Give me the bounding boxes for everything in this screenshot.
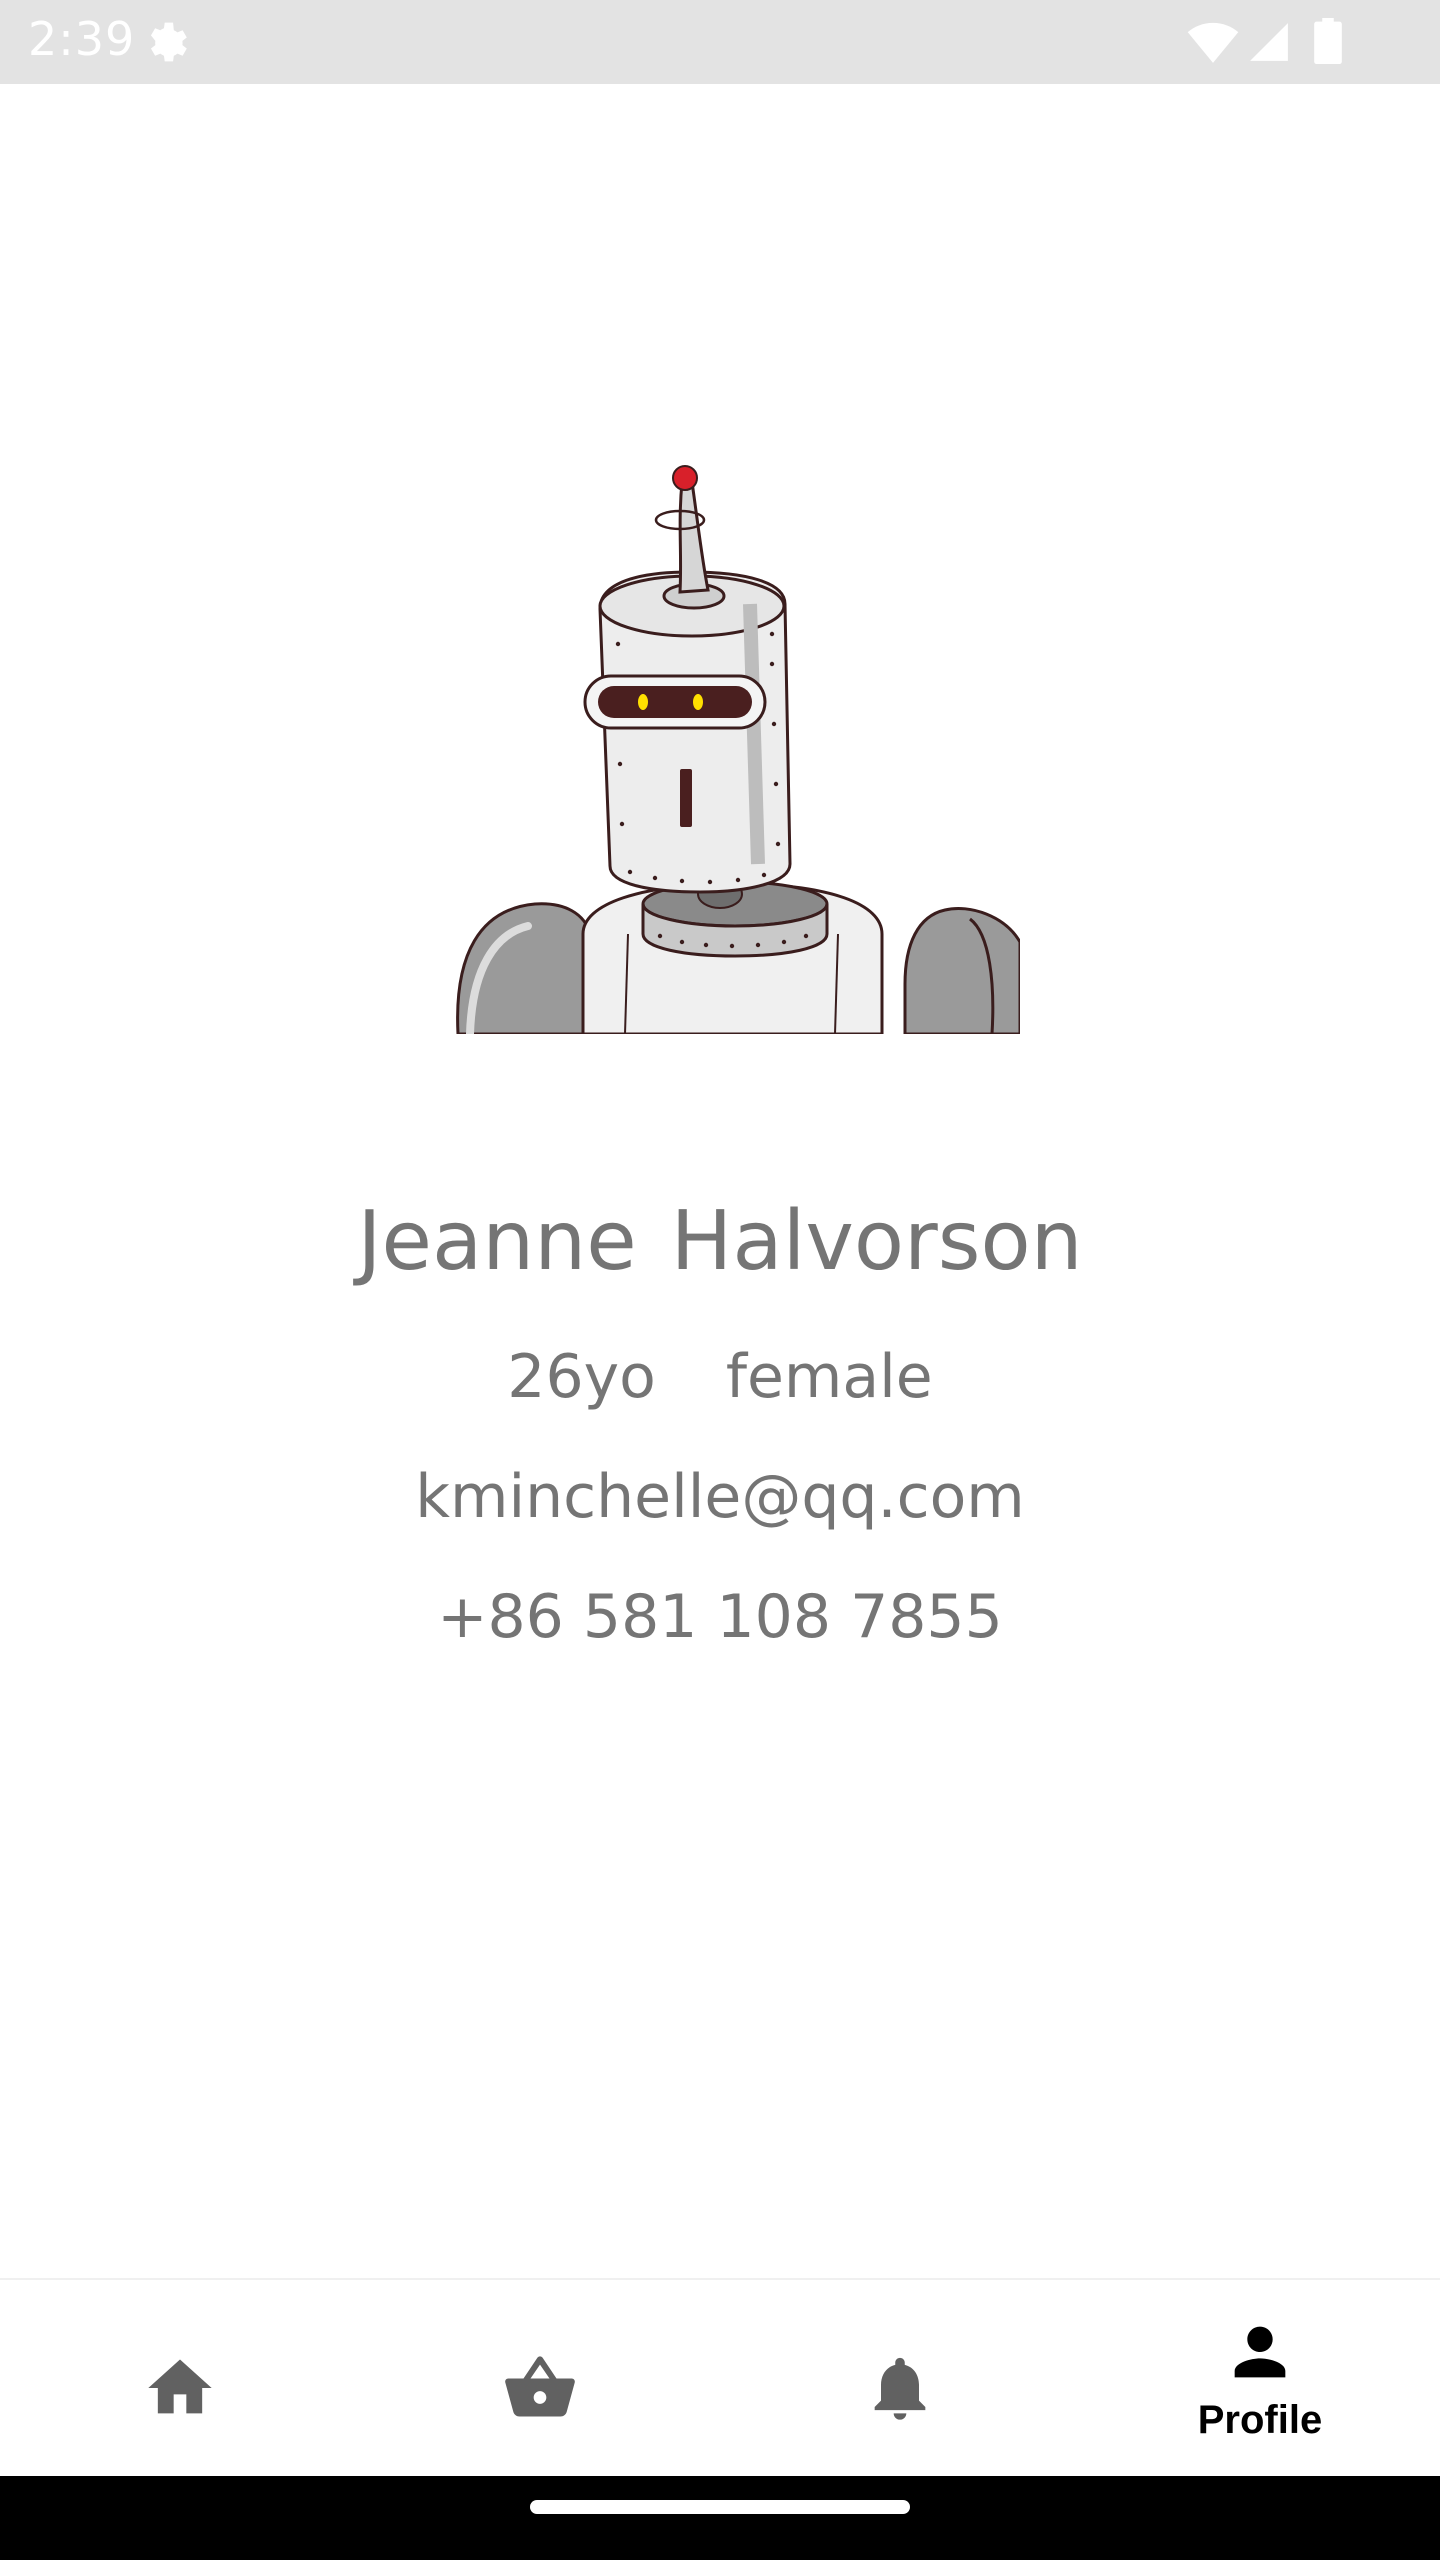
gear-icon — [150, 22, 187, 62]
status-bar: 2:39 — [0, 0, 1440, 84]
nav-profile[interactable]: Profile — [1080, 2280, 1440, 2476]
nav-notifications[interactable] — [720, 2280, 1080, 2476]
profile-screen: Jeanne Halvorson 26yo female kminchelle@qq… — [0, 84, 1440, 2278]
home-indicator[interactable] — [530, 2500, 910, 2514]
last-name: Halvorson — [670, 1194, 1083, 1289]
nav-home[interactable] — [0, 2280, 360, 2476]
age: 26yo — [507, 1342, 656, 1412]
home-icon — [148, 2359, 212, 2414]
gender: female — [725, 1342, 933, 1412]
bell-icon — [874, 2357, 926, 2420]
profile-name: Jeanne Halvorson — [0, 1194, 1440, 1289]
nav-profile-label: Profile — [1197, 2397, 1323, 2442]
person-icon — [1234, 2326, 1286, 2377]
basket-icon — [505, 2356, 575, 2417]
status-time: 2:39 — [28, 12, 136, 66]
profile-age-gender: 26yo female — [0, 1342, 1440, 1412]
phone: +86 581 108 7855 — [437, 1582, 1003, 1652]
bottom-nav: Profile — [0, 2278, 1440, 2476]
robot-avatar — [456, 465, 1020, 1034]
signal-icon — [1250, 23, 1288, 61]
first-name: Jeanne — [357, 1194, 637, 1289]
nav-basket[interactable] — [360, 2280, 720, 2476]
wifi-icon — [1187, 22, 1239, 63]
battery-icon — [1314, 18, 1342, 64]
system-nav-bar — [0, 2476, 1440, 2560]
email: kminchelle@qq.com — [415, 1462, 1025, 1532]
